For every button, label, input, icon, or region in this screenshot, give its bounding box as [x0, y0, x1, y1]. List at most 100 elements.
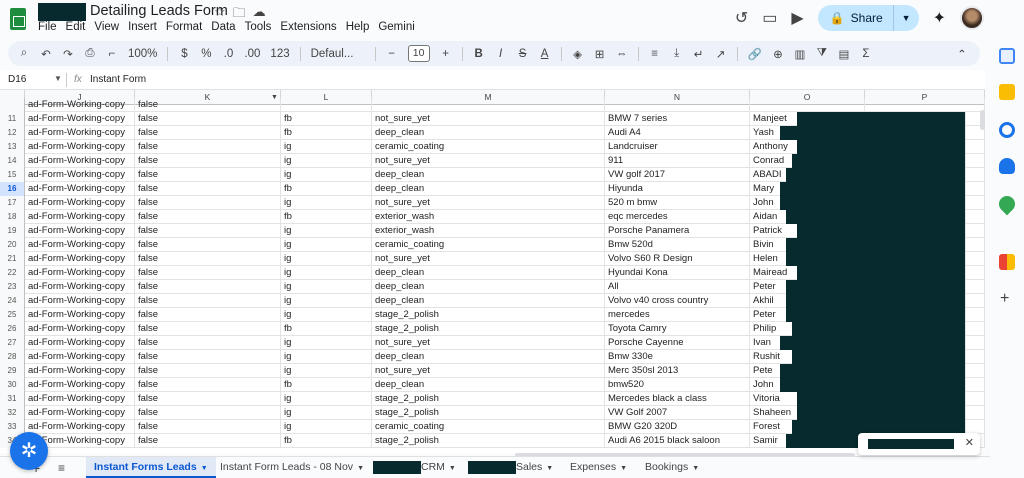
- chevron-down-icon[interactable]: ▼: [201, 465, 208, 472]
- table-row[interactable]: 27 ad-Form-Working-copy false ig not_sure_ye…: [0, 336, 985, 350]
- cell[interactable]: ig: [281, 336, 372, 350]
- cell[interactable]: ig: [281, 252, 372, 266]
- cell[interactable]: [865, 98, 985, 112]
- filter-views-icon[interactable]: ▤: [838, 47, 850, 61]
- row-number[interactable]: 30: [0, 378, 25, 392]
- chevron-down-icon[interactable]: ▼: [54, 74, 62, 83]
- cell[interactable]: ad-Form-Working-copy: [25, 168, 135, 182]
- row-number[interactable]: 17: [0, 196, 25, 210]
- cell[interactable]: false: [135, 140, 281, 154]
- row-number[interactable]: 29: [0, 364, 25, 378]
- fill-color-icon[interactable]: ◈: [572, 47, 584, 61]
- text-rotation-icon[interactable]: ↗: [715, 47, 727, 61]
- cell[interactable]: deep_clean: [372, 280, 605, 294]
- cell[interactable]: ceramic_coating: [372, 238, 605, 252]
- row-number[interactable]: 23: [0, 280, 25, 294]
- cell[interactable]: false: [135, 364, 281, 378]
- table-row[interactable]: 23 ad-Form-Working-copy false ig deep_clean A…: [0, 280, 985, 294]
- cell[interactable]: ad-Form-Working-copy: [25, 182, 135, 196]
- table-row[interactable]: 30 ad-Form-Working-copy false fb deep_clean b…: [0, 378, 985, 392]
- insert-link-icon[interactable]: 🔗: [748, 47, 762, 61]
- bold-button[interactable]: B: [473, 48, 485, 60]
- chevron-down-icon[interactable]: ▼: [620, 465, 627, 472]
- cell[interactable]: fb: [281, 126, 372, 140]
- cell[interactable]: Landcruiser: [605, 140, 750, 154]
- cell[interactable]: Bmw 330e: [605, 350, 750, 364]
- cell[interactable]: false: [135, 294, 281, 308]
- cell[interactable]: ad-Form-Working-copy: [25, 392, 135, 406]
- cell[interactable]: false: [135, 252, 281, 266]
- menu-tools[interactable]: Tools: [245, 21, 272, 33]
- cell[interactable]: VW golf 2017: [605, 168, 750, 182]
- cell[interactable]: Audi A6 2015 black saloon: [605, 434, 750, 448]
- cell[interactable]: false: [135, 98, 281, 112]
- cell[interactable]: deep_clean: [372, 294, 605, 308]
- cell[interactable]: exterior_wash: [372, 210, 605, 224]
- cell[interactable]: ad-Form-Working-copy: [25, 196, 135, 210]
- percent-format-button[interactable]: %: [200, 48, 212, 60]
- row-number[interactable]: 12: [0, 126, 25, 140]
- cell[interactable]: bmw520: [605, 378, 750, 392]
- increase-decimal-button[interactable]: .00: [244, 48, 260, 60]
- merge-cells-icon[interactable]: ⇔: [616, 48, 628, 60]
- table-row[interactable]: 33 ad-Form-Working-copy false ig ceramic_coa…: [0, 420, 985, 434]
- cell[interactable]: ad-Form-Working-copy: [25, 98, 135, 112]
- table-row[interactable]: 24 ad-Form-Working-copy false ig deep_clean V…: [0, 294, 985, 308]
- sheets-logo[interactable]: [10, 8, 26, 30]
- cell[interactable]: false: [135, 168, 281, 182]
- maps-icon[interactable]: [995, 192, 1019, 216]
- addon-icon[interactable]: [999, 254, 1015, 270]
- cell[interactable]: ad-Form-Working-copy: [25, 252, 135, 266]
- cell[interactable]: ad-Form-Working-copy: [25, 420, 135, 434]
- cell[interactable]: false: [135, 238, 281, 252]
- cell[interactable]: BMW 7 series: [605, 112, 750, 126]
- comments-icon[interactable]: ▭: [762, 8, 777, 28]
- row-number[interactable]: 18: [0, 210, 25, 224]
- cell[interactable]: deep_clean: [372, 350, 605, 364]
- paint-format-icon[interactable]: ⌐: [106, 48, 118, 60]
- font-size-input[interactable]: 10: [407, 45, 430, 62]
- cell[interactable]: false: [135, 406, 281, 420]
- cell[interactable]: VW Golf 2007: [605, 406, 750, 420]
- cell[interactable]: ig: [281, 308, 372, 322]
- cell[interactable]: false: [135, 154, 281, 168]
- menu-file[interactable]: File: [38, 21, 57, 33]
- menu-insert[interactable]: Insert: [128, 21, 157, 33]
- cell[interactable]: ad-Form-Working-copy: [25, 322, 135, 336]
- cell[interactable]: false: [135, 224, 281, 238]
- decrease-decimal-button[interactable]: .0: [222, 48, 234, 60]
- row-number[interactable]: 16: [0, 182, 25, 196]
- tasks-icon[interactable]: [999, 122, 1015, 138]
- cell[interactable]: false: [135, 350, 281, 364]
- vertical-align-icon[interactable]: ⤓: [671, 47, 683, 60]
- table-row[interactable]: ad-Form-Working-copy false: [0, 98, 985, 112]
- row-number[interactable]: [0, 98, 25, 112]
- cell[interactable]: ig: [281, 168, 372, 182]
- cell[interactable]: Bmw 520d: [605, 238, 750, 252]
- menu-view[interactable]: View: [94, 21, 119, 33]
- cell[interactable]: false: [135, 112, 281, 126]
- cell[interactable]: ig: [281, 238, 372, 252]
- cell[interactable]: eqc mercedes: [605, 210, 750, 224]
- insert-chart-icon[interactable]: ▥: [794, 47, 806, 61]
- row-number[interactable]: 33: [0, 420, 25, 434]
- cell[interactable]: fb: [281, 182, 372, 196]
- table-row[interactable]: 22 ad-Form-Working-copy false ig deep_clean H…: [0, 266, 985, 280]
- cell[interactable]: false: [135, 196, 281, 210]
- cell[interactable]: fb: [281, 210, 372, 224]
- cell[interactable]: ad-Form-Working-copy: [25, 378, 135, 392]
- all-sheets-icon[interactable]: ≡: [58, 461, 65, 475]
- cell[interactable]: Hiyunda: [605, 182, 750, 196]
- functions-icon[interactable]: Σ: [860, 48, 872, 60]
- table-row[interactable]: 18 ad-Form-Working-copy false fb exterior_wa…: [0, 210, 985, 224]
- cell[interactable]: fb: [281, 378, 372, 392]
- cell[interactable]: fb: [281, 322, 372, 336]
- borders-icon[interactable]: ⊞: [594, 47, 606, 61]
- search-menus-icon[interactable]: ⌕: [18, 47, 30, 60]
- keep-icon[interactable]: [999, 84, 1015, 100]
- row-number[interactable]: 25: [0, 308, 25, 322]
- vertical-scrollbar[interactable]: [980, 110, 985, 130]
- row-number[interactable]: 28: [0, 350, 25, 364]
- menu-help[interactable]: Help: [346, 21, 370, 33]
- cell[interactable]: ig: [281, 196, 372, 210]
